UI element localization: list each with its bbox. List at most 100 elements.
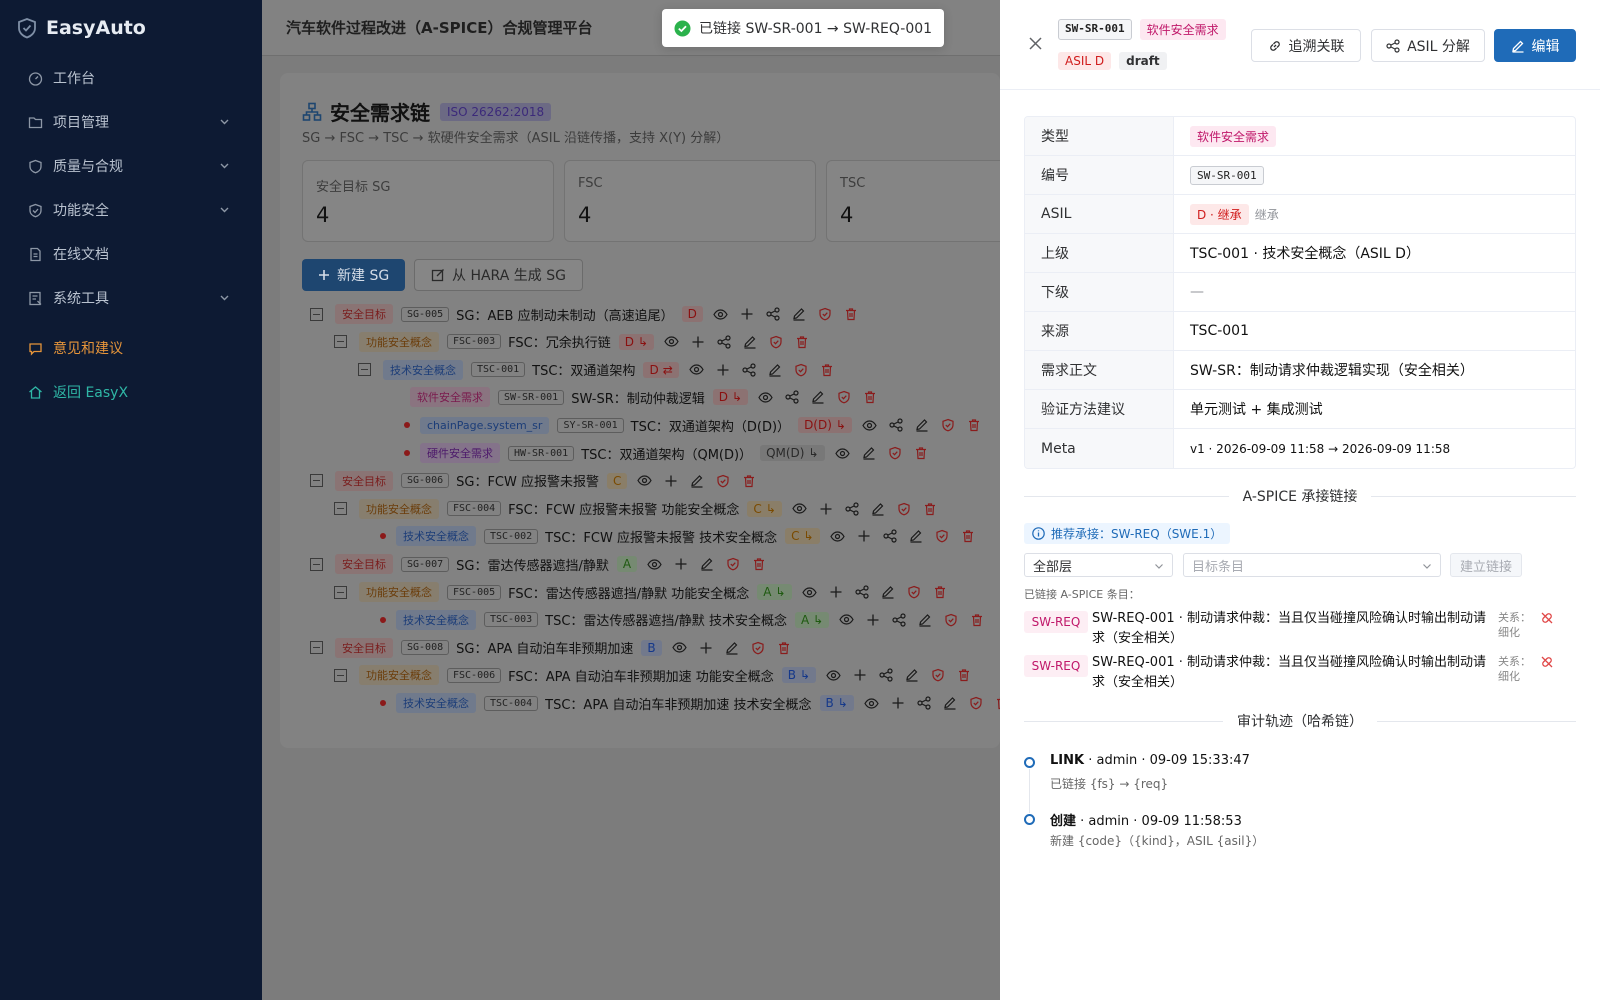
tree-row[interactable]: 安全目标 SG-008 SG：APA 自动泊车非预期加速 B — [310, 635, 791, 661]
share-icon[interactable] — [917, 696, 931, 710]
generate-from-hara-button[interactable]: 从 HARA 生成 SG — [414, 259, 583, 291]
share-icon[interactable] — [854, 585, 869, 599]
edit-icon[interactable] — [909, 529, 923, 543]
sidebar-item[interactable]: 质量与合规 — [0, 144, 262, 188]
tree-row[interactable]: 功能安全概念 FSC-004 FSC：FCW 应报警未报警 功能安全概念 C ↳ — [334, 496, 937, 522]
linked-item-text[interactable]: SW-REQ-001 · 制动请求仲裁：当且仅当碰撞风险确认时输出制动请求（安全… — [1092, 653, 1492, 693]
tree-row[interactable]: 功能安全概念 FSC-006 FSC：APA 自动泊车非预期加速 功能安全概念 B ↳ — [334, 662, 971, 688]
edit-icon[interactable] — [725, 641, 739, 655]
plus-icon[interactable] — [819, 502, 833, 516]
tree-row[interactable]: 安全目标 SG-007 SG：雷达传感器遮挡/静默 A — [310, 551, 766, 577]
tree-row[interactable]: chainPage.system_sr SY-SR-001 TSC：双通道架构（D(… — [404, 412, 981, 438]
new-sg-button[interactable]: 新建 SG — [302, 259, 406, 291]
edit-button[interactable]: 编辑 — [1494, 29, 1576, 62]
plus-icon[interactable] — [866, 613, 880, 627]
tree-row[interactable]: 硬件安全需求 HW-SR-001 TSC：双通道架构（QM(D)） QM(D) ↳ — [404, 440, 928, 466]
edit-icon[interactable] — [862, 446, 876, 460]
trash-icon[interactable] — [957, 668, 971, 682]
plus-icon[interactable] — [664, 474, 678, 488]
edit-icon[interactable] — [792, 307, 806, 321]
trash-icon[interactable] — [967, 418, 981, 432]
shield-check-icon[interactable] — [726, 557, 740, 571]
tree-row[interactable]: 安全目标 SG-005 SG：AEB 应制动未制动（高速追尾） D — [310, 301, 858, 327]
shield-check-icon[interactable] — [818, 307, 832, 321]
create-link-button[interactable]: 建立链接 — [1450, 553, 1522, 577]
eye-icon[interactable] — [862, 418, 877, 433]
plus-icon[interactable] — [691, 335, 705, 349]
eye-icon[interactable] — [637, 473, 653, 488]
sidebar-item[interactable]: 意见和建议 — [0, 326, 262, 370]
share-icon[interactable] — [785, 390, 799, 404]
asil-decompose-button[interactable]: ASIL 分解 — [1371, 29, 1485, 62]
sidebar-item[interactable]: 功能安全 — [0, 188, 262, 232]
share-icon[interactable] — [845, 501, 859, 516]
shield-check-icon[interactable] — [794, 363, 808, 377]
linked-item-text[interactable]: SW-REQ-001 · 制动请求仲裁：当且仅当碰撞风险确认时输出制动请求（安全… — [1092, 609, 1492, 649]
tree-row[interactable]: 技术安全概念 TSC-003 TSC：雷达传感器遮挡/静默 技术安全概念 A ↳ — [380, 607, 984, 633]
eye-icon[interactable] — [829, 529, 845, 544]
trash-icon[interactable] — [752, 557, 766, 571]
layer-select[interactable]: 全部层 — [1024, 553, 1173, 577]
shield-check-icon[interactable] — [969, 696, 983, 710]
eye-icon[interactable] — [689, 362, 704, 377]
eye-icon[interactable] — [713, 307, 728, 322]
trash-icon[interactable] — [820, 363, 834, 377]
share-icon[interactable] — [742, 362, 756, 377]
sidebar-item[interactable]: 在线文档 — [0, 232, 262, 276]
edit-icon[interactable] — [743, 335, 757, 349]
target-item-select[interactable]: 目标条目 — [1183, 553, 1441, 577]
eye-icon[interactable] — [834, 446, 850, 461]
collapse-toggle-icon[interactable] — [334, 585, 347, 599]
tree-row[interactable]: 技术安全概念 TSC-002 TSC：FCW 应报警未报警 技术安全概念 C ↳ — [380, 523, 975, 549]
collapse-toggle-icon[interactable] — [310, 474, 323, 488]
shield-check-icon[interactable] — [837, 390, 851, 404]
trash-icon[interactable] — [933, 585, 947, 599]
plus-icon[interactable] — [891, 696, 905, 710]
trash-icon[interactable] — [795, 335, 809, 349]
collapse-toggle-icon[interactable] — [334, 502, 347, 516]
unlink-icon[interactable] — [1540, 611, 1554, 649]
eye-icon[interactable] — [792, 501, 807, 516]
plus-icon[interactable] — [857, 529, 871, 543]
tree-row[interactable]: 技术安全概念 TSC-004 TSC：APA 自动泊车非预期加速 技术安全概念 B ↳ — [380, 690, 1000, 716]
shield-check-icon[interactable] — [888, 446, 902, 460]
trash-icon[interactable] — [863, 390, 877, 404]
eye-icon[interactable] — [839, 612, 854, 627]
sidebar-item[interactable]: 项目管理 — [0, 100, 262, 144]
trash-icon[interactable] — [742, 474, 756, 488]
plus-icon[interactable] — [674, 557, 688, 571]
edit-icon[interactable] — [700, 557, 714, 571]
eye-icon[interactable] — [801, 585, 817, 600]
eye-icon[interactable] — [671, 640, 687, 655]
plus-icon[interactable] — [699, 641, 713, 655]
share-icon[interactable] — [892, 613, 906, 627]
trash-icon[interactable] — [970, 613, 984, 627]
edit-icon[interactable] — [768, 363, 782, 377]
trash-icon[interactable] — [844, 307, 858, 321]
trash-icon[interactable] — [923, 502, 937, 516]
unlink-icon[interactable] — [1540, 655, 1554, 693]
tree-row[interactable]: 技术安全概念 TSC-001 TSC：双通道架构 D ⇄ — [358, 357, 834, 383]
trash-icon[interactable] — [914, 446, 928, 460]
collapse-toggle-icon[interactable] — [358, 363, 371, 377]
eye-icon[interactable] — [664, 334, 679, 349]
shield-check-icon[interactable] — [944, 613, 958, 627]
shield-check-icon[interactable] — [935, 529, 949, 543]
shield-check-icon[interactable] — [941, 418, 955, 432]
plus-icon[interactable] — [740, 307, 754, 321]
eye-icon[interactable] — [826, 668, 841, 683]
collapse-toggle-icon[interactable] — [334, 668, 347, 682]
sidebar-item[interactable]: 返回 EasyX — [0, 370, 262, 414]
edit-icon[interactable] — [915, 418, 929, 432]
collapse-toggle-icon[interactable] — [310, 557, 323, 571]
shield-check-icon[interactable] — [897, 502, 911, 516]
share-icon[interactable] — [717, 335, 731, 349]
shield-check-icon[interactable] — [751, 641, 765, 655]
shield-check-icon[interactable] — [907, 585, 921, 599]
plus-icon[interactable] — [716, 363, 730, 377]
shield-check-icon[interactable] — [716, 474, 730, 488]
sidebar-item[interactable]: 工作台 — [0, 56, 262, 100]
eye-icon[interactable] — [647, 557, 662, 572]
tree-row[interactable]: 软件安全需求 SW-SR-001 SW-SR：制动仲裁逻辑 D ↳ — [410, 384, 877, 410]
edit-icon[interactable] — [943, 696, 957, 710]
